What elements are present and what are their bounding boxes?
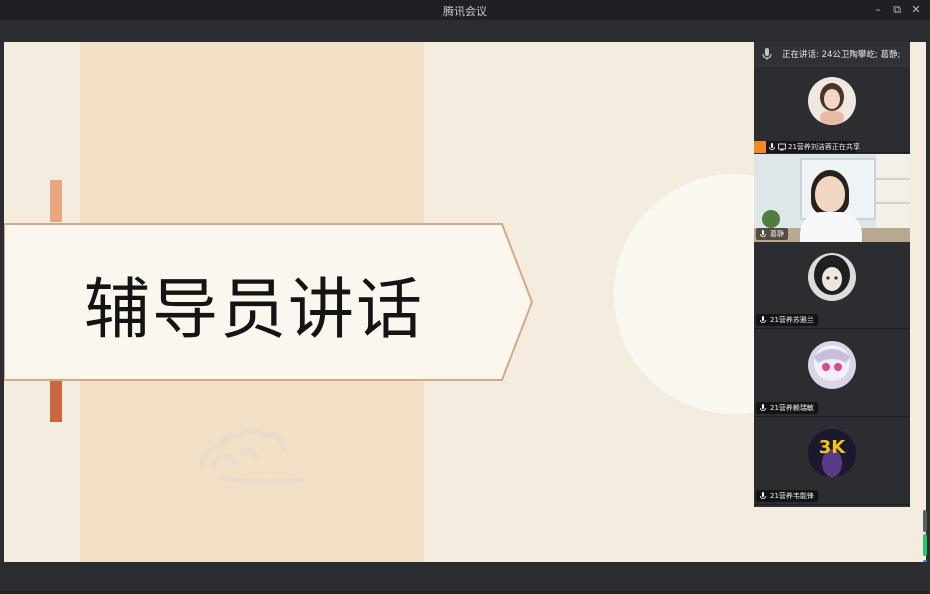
microphone-icon [760, 404, 766, 411]
participant-name: 21营养苏雅兰 [770, 316, 814, 324]
woman-portrait-avatar-icon [808, 77, 856, 125]
close-button[interactable]: ✕ [908, 2, 924, 18]
speaking-indicator: 正在讲话: 24公卫陶攀屹; 葛静; [754, 42, 910, 66]
bottom-toolbar [0, 562, 930, 594]
participant-video-tile[interactable]: 葛静 [754, 154, 910, 242]
participant-tile[interactable]: 3K 21营养韦能锋 [754, 419, 910, 505]
presenter-icon [754, 141, 766, 153]
slide-title: 辅导员讲话 [84, 271, 424, 348]
slide-accent-bar-bottom [50, 380, 62, 422]
microphone-icon [760, 316, 766, 323]
video-person-body [800, 212, 862, 242]
participant-name: 21营养韦能锋 [770, 492, 814, 500]
slide-accent-bar-top [50, 180, 62, 222]
microphone-icon [769, 143, 775, 150]
window-title: 腾讯会议 [443, 5, 487, 18]
participant-tile[interactable]: 21营养苏雅兰 [754, 243, 910, 329]
participant-name-tag: 21营养韦能锋 [756, 490, 818, 502]
sharing-text: 21营养刘洁蓉正在共享 [788, 143, 860, 151]
top-toolbar-strip [0, 20, 930, 42]
cloud-decoration-icon [199, 428, 305, 485]
3k-game-avatar-icon: 3K [808, 429, 856, 477]
microphone-icon [762, 48, 772, 60]
anime-girl-avatar-icon [808, 253, 856, 301]
participant-name: 21营养赖瑞敏 [770, 404, 814, 412]
screen-share-icon [778, 143, 786, 151]
participant-name-tag: 21营养苏雅兰 [756, 314, 818, 326]
microphone-icon [760, 230, 766, 237]
video-person-face [815, 176, 845, 212]
speaking-label: 正在讲话: 24公卫陶攀屹; 葛静; [782, 50, 901, 60]
participant-tile[interactable]: 21营养赖瑞敏 [754, 331, 910, 417]
anime-character-avatar-icon [808, 341, 856, 389]
participant-panel: 正在讲话: 24公卫陶攀屹; 葛静; 21营养刘洁蓉正在共享 葛静 21营养苏雅… [754, 42, 910, 507]
avatar-text: 3K [819, 437, 847, 458]
microphone-icon [760, 492, 766, 499]
participant-name: 葛静 [770, 230, 784, 238]
participant-name-tag: 葛静 [756, 228, 788, 240]
title-bar: 腾讯会议 – ⧉ ✕ [0, 0, 930, 20]
minimize-button[interactable]: – [870, 2, 886, 18]
participant-name-tag: 21营养赖瑞敏 [756, 402, 818, 414]
screen-share-status: 21营养刘洁蓉正在共享 [754, 141, 860, 153]
video-plant [762, 210, 780, 228]
restore-button[interactable]: ⧉ [889, 2, 905, 18]
